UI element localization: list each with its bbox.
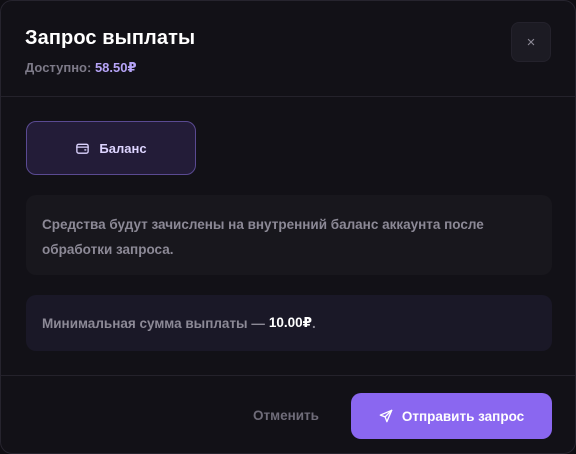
dialog-header: Запрос выплаты Доступно: 58.50₽ ×	[1, 1, 575, 97]
minimum-payout-text: Минимальная сумма выплаты —	[42, 315, 265, 331]
payout-method-balance-button[interactable]: Баланс	[26, 121, 196, 175]
close-icon: ×	[526, 33, 536, 51]
submit-request-label: Отправить запрос	[401, 408, 525, 424]
available-label: Доступно:	[25, 60, 92, 75]
submit-request-button[interactable]: Отправить запрос	[351, 393, 552, 439]
wallet-icon	[76, 143, 90, 154]
dialog-title: Запрос выплаты	[25, 27, 196, 49]
dialog-footer: Отменить Отправить запрос	[1, 375, 575, 453]
close-button[interactable]: ×	[511, 22, 551, 62]
available-amount: 58.50₽	[94, 60, 137, 75]
payout-info-message: Средства будут зачислены на внутренний б…	[26, 195, 552, 275]
available-balance: Доступно: 58.50₽	[25, 60, 137, 76]
send-icon	[379, 409, 393, 423]
minimum-payout-notice: Минимальная сумма выплаты — 10.00₽ .	[26, 295, 552, 351]
minimum-payout-amount: 10.00₽	[268, 315, 313, 330]
cancel-button[interactable]: Отменить	[237, 392, 335, 438]
payout-request-dialog: Запрос выплаты Доступно: 58.50₽ × Баланс…	[0, 0, 576, 454]
payout-method-label: Баланс	[99, 140, 147, 156]
payout-info-text: Средства будут зачислены на внутренний б…	[42, 217, 484, 257]
minimum-payout-suffix: .	[312, 315, 316, 331]
